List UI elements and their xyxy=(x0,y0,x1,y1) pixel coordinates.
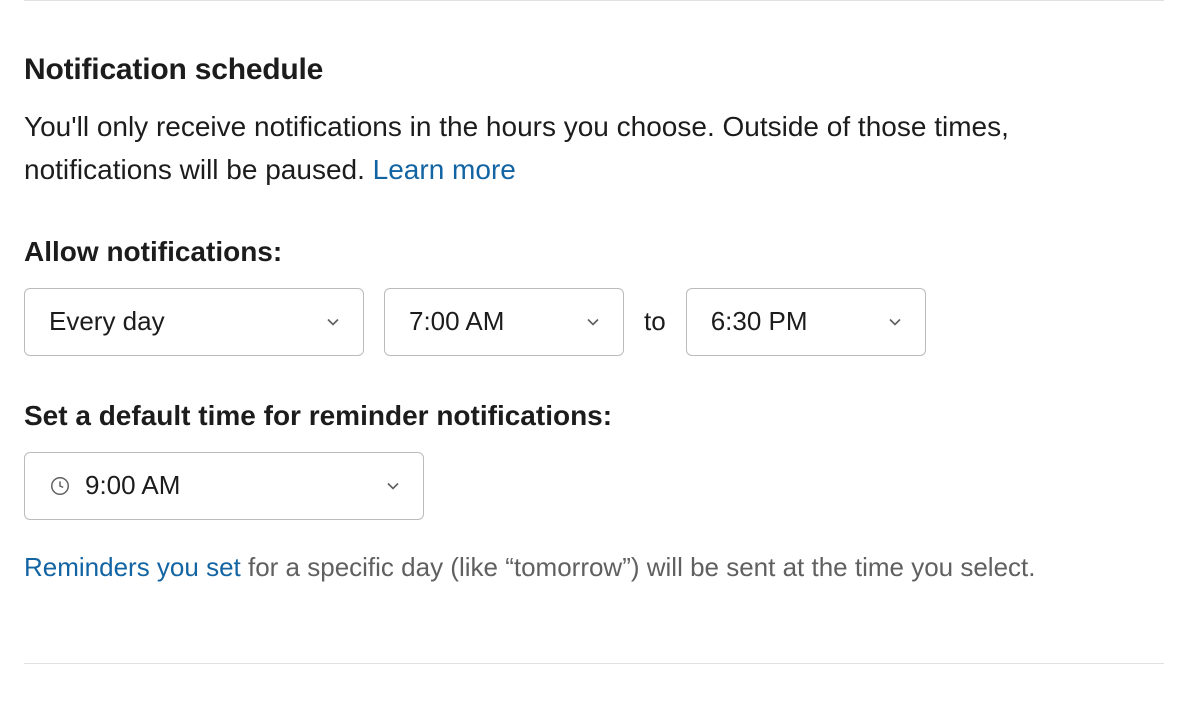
chevron-down-icon xyxy=(583,312,603,332)
chevron-down-icon xyxy=(885,312,905,332)
bottom-divider xyxy=(24,663,1164,664)
to-label: to xyxy=(644,306,666,337)
end-time-select[interactable]: 6:30 PM xyxy=(686,288,926,356)
frequency-select[interactable]: Every day xyxy=(24,288,364,356)
section-description: You'll only receive notifications in the… xyxy=(24,105,1164,192)
frequency-value: Every day xyxy=(49,306,305,337)
end-time-value: 6:30 PM xyxy=(711,306,867,337)
reminder-row: 9:00 AM xyxy=(24,452,1164,520)
notification-schedule-section: Notification schedule You'll only receiv… xyxy=(24,1,1164,663)
section-heading: Notification schedule xyxy=(24,53,1164,87)
start-time-value: 7:00 AM xyxy=(409,306,565,337)
chevron-down-icon xyxy=(323,312,343,332)
footnote-rest: for a specific day (like “tomorrow”) wil… xyxy=(241,552,1036,582)
reminder-time-value: 9:00 AM xyxy=(85,470,180,501)
reminder-default-label: Set a default time for reminder notifica… xyxy=(24,400,1164,432)
clock-icon xyxy=(49,475,71,497)
reminder-time-select[interactable]: 9:00 AM xyxy=(24,452,424,520)
start-time-select[interactable]: 7:00 AM xyxy=(384,288,624,356)
allow-notifications-label: Allow notifications: xyxy=(24,236,1164,268)
allow-notifications-row: Every day 7:00 AM to 6:30 PM xyxy=(24,288,1164,356)
reminders-you-set-link[interactable]: Reminders you set xyxy=(24,552,241,582)
chevron-down-icon xyxy=(383,476,403,496)
reminder-footnote: Reminders you set for a specific day (li… xyxy=(24,548,1164,587)
description-text: You'll only receive notifications in the… xyxy=(24,111,1009,185)
learn-more-link[interactable]: Learn more xyxy=(373,154,516,185)
